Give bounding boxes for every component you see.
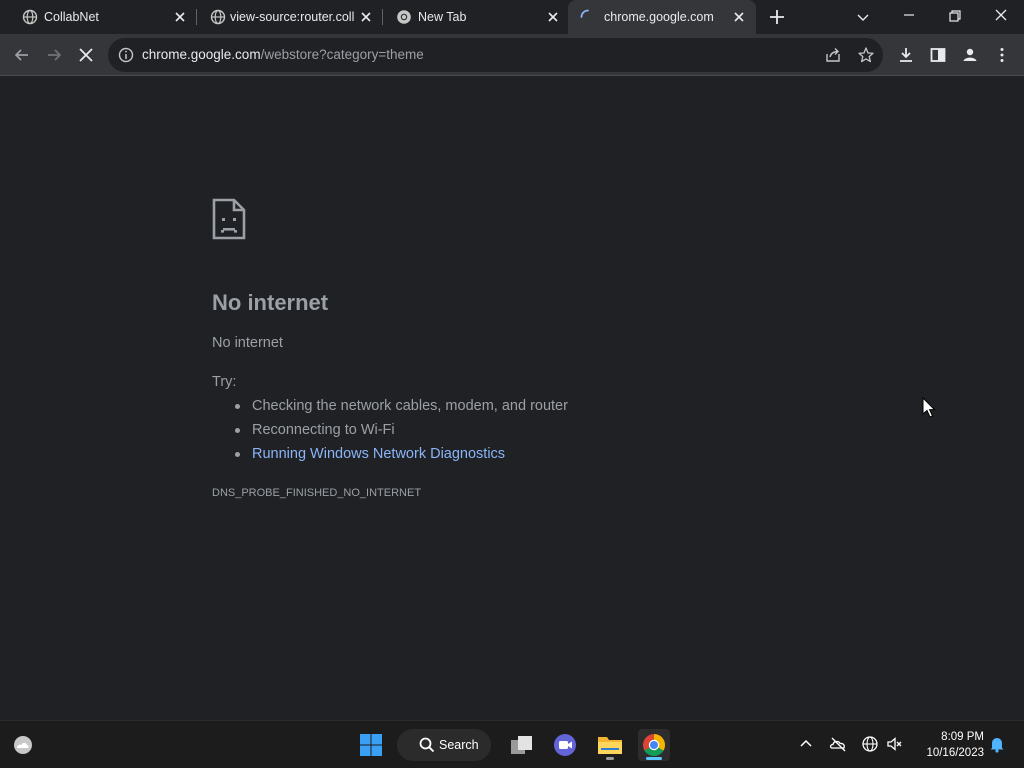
mouse-cursor-icon (922, 397, 936, 418)
tab-title: chrome.google.com (604, 10, 714, 24)
weather-icon[interactable] (12, 734, 34, 756)
tab-chrome-google[interactable]: chrome.google.com (568, 0, 756, 34)
windows-taskbar: Search 8:09 PM 10/16/2023 (0, 720, 1024, 768)
info-icon[interactable] (118, 47, 134, 63)
try-label: Try: (212, 374, 237, 390)
globe-icon (22, 9, 38, 25)
active-indicator (646, 757, 662, 760)
network-diagnostics-link[interactable]: Running Windows Network Diagnostics (212, 444, 568, 468)
close-window-icon[interactable] (990, 6, 1012, 28)
tab-strip: CollabNet view-source:router.collab New … (0, 0, 1024, 34)
chrome-icon (397, 10, 411, 24)
file-explorer-button[interactable] (594, 729, 626, 761)
start-button[interactable] (355, 729, 387, 761)
chat-video-icon (554, 734, 576, 756)
stop-loading-icon[interactable] (76, 45, 96, 65)
share-icon[interactable] (824, 46, 842, 64)
new-tab-icon[interactable] (766, 6, 788, 28)
system-clock[interactable]: 8:09 PM 10/16/2023 (914, 729, 984, 761)
clock-time: 8:09 PM (941, 731, 984, 743)
tab-title: view-source:router.collab (230, 10, 354, 24)
kebab-menu-icon[interactable] (992, 45, 1012, 65)
bookmark-star-icon[interactable] (857, 46, 875, 64)
url-path: /webstore?category=theme (260, 47, 424, 62)
folder-icon (598, 737, 622, 754)
network-globe-icon[interactable] (861, 735, 879, 753)
suggestion-item: Checking the network cables, modem, and … (212, 396, 568, 420)
chrome-taskbar-button[interactable] (638, 729, 670, 761)
tab-title: New Tab (418, 10, 467, 24)
tab-collabnet[interactable]: CollabNet (8, 0, 194, 34)
restore-icon[interactable] (944, 6, 966, 28)
suggestion-item: Reconnecting to Wi-Fi (212, 420, 568, 444)
onedrive-offline-icon[interactable] (829, 735, 847, 753)
close-icon[interactable] (545, 9, 561, 25)
tab-new-tab[interactable]: New Tab (382, 0, 568, 34)
globe-icon (210, 9, 226, 25)
chevron-down-icon[interactable] (852, 6, 874, 28)
tab-title: CollabNet (44, 10, 99, 24)
browser-toolbar: chrome.google.com/webstore?category=them… (0, 34, 1024, 76)
error-title: No internet (212, 290, 329, 315)
taskbar-search[interactable]: Search (397, 729, 491, 761)
loading-spinner-icon (580, 9, 589, 18)
close-icon[interactable] (172, 9, 188, 25)
notification-bell-icon[interactable] (988, 735, 1006, 753)
url-text[interactable]: chrome.google.com/webstore?category=them… (142, 47, 424, 62)
search-icon (419, 737, 435, 753)
running-indicator (606, 757, 614, 760)
teams-chat-button[interactable] (549, 729, 581, 761)
back-arrow-icon[interactable] (12, 45, 32, 65)
sad-document-icon (212, 198, 246, 240)
profile-icon[interactable] (960, 45, 980, 65)
clock-date: 10/16/2023 (926, 747, 984, 759)
url-host: chrome.google.com (142, 47, 261, 62)
search-label: Search (439, 738, 479, 752)
error-code: DNS_PROBE_FINISHED_NO_INTERNET (212, 487, 422, 499)
tab-view-source[interactable]: view-source:router.collab (196, 0, 382, 34)
speaker-muted-icon[interactable] (886, 735, 904, 753)
minimize-icon[interactable] (898, 6, 920, 28)
close-icon[interactable] (358, 9, 374, 25)
download-icon[interactable] (896, 45, 916, 65)
windows-logo-icon (360, 734, 382, 756)
chevron-up-icon[interactable] (797, 735, 815, 753)
error-subtitle: No internet (212, 335, 283, 351)
side-panel-icon[interactable] (928, 45, 948, 65)
suggestion-list: Checking the network cables, modem, and … (212, 396, 568, 468)
close-icon[interactable] (731, 9, 747, 25)
address-bar[interactable]: chrome.google.com/webstore?category=them… (108, 38, 883, 72)
task-view-icon (511, 736, 532, 754)
forward-arrow-icon[interactable] (44, 45, 64, 65)
task-view-button[interactable] (506, 729, 538, 761)
chrome-icon (643, 734, 665, 756)
